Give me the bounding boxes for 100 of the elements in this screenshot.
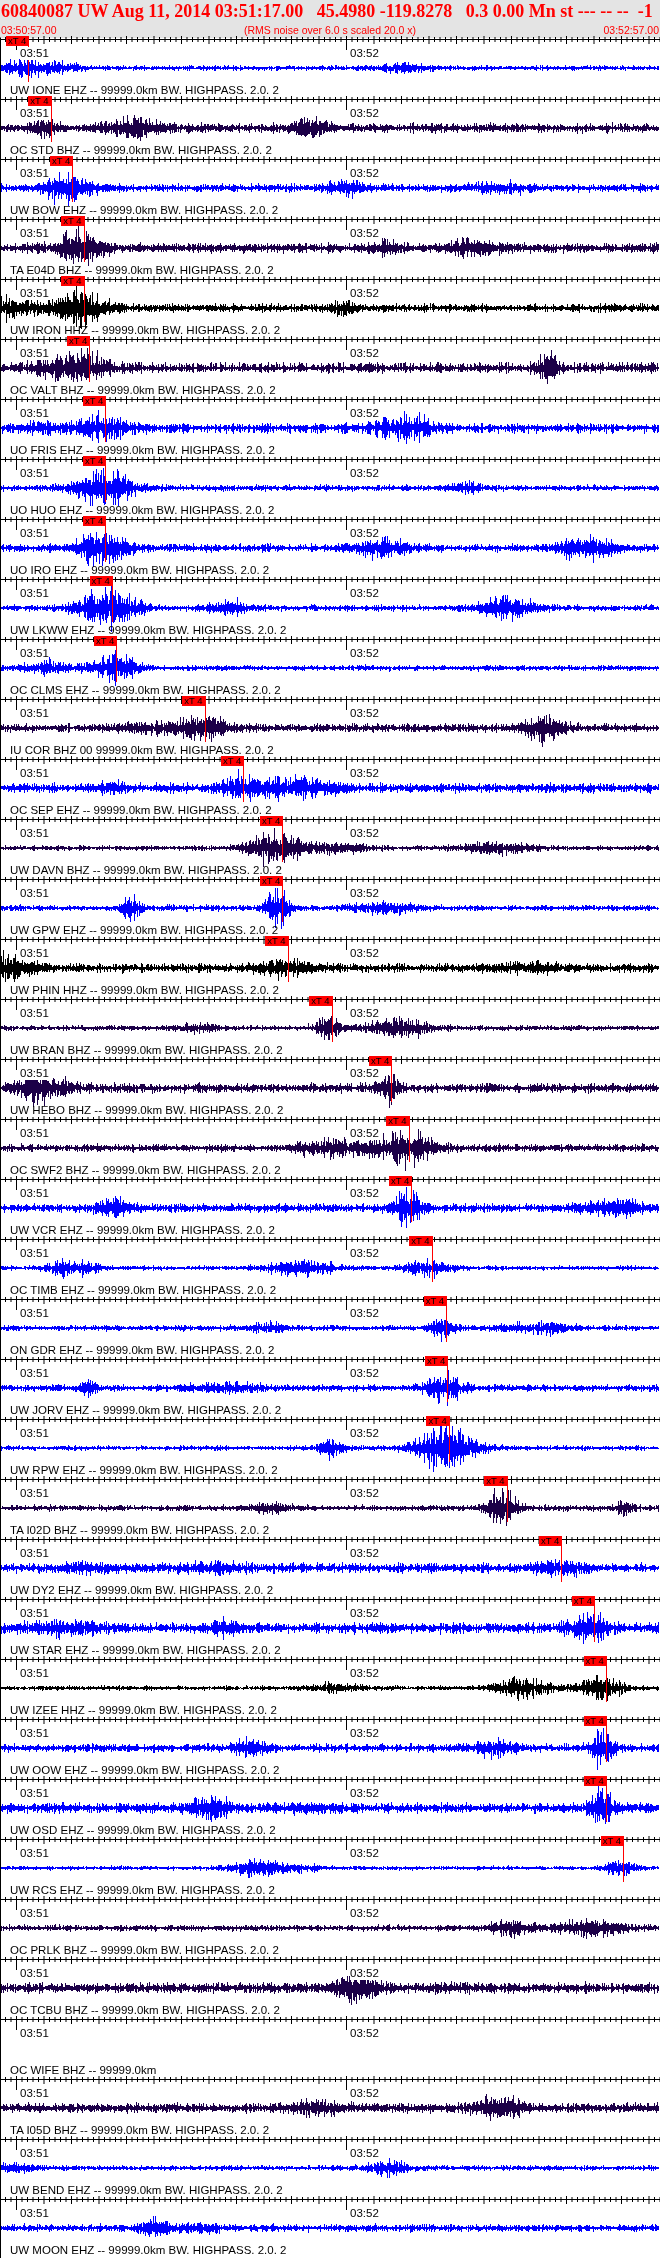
pick-marker: xT 4 bbox=[425, 1356, 449, 1366]
pick-line bbox=[605, 1666, 607, 1702]
time-label: 03:51 bbox=[20, 347, 49, 360]
pick-line bbox=[111, 586, 113, 622]
pick-line bbox=[448, 1426, 450, 1462]
pick-marker: xT 4 bbox=[484, 1476, 508, 1486]
time-label: 03:51 bbox=[20, 1127, 49, 1140]
pick-marker: xT 4 bbox=[386, 1116, 410, 1126]
station-label: UW GPW EHZ -- 99999.0km BW. HIGHPASS. 2.0. 2 bbox=[10, 924, 279, 937]
time-label: 03:52 bbox=[350, 887, 379, 900]
time-label: 03:51 bbox=[20, 767, 49, 780]
pick-line bbox=[287, 946, 289, 982]
time-label: 03:52 bbox=[350, 1367, 379, 1380]
time-label: 03:52 bbox=[350, 1427, 379, 1440]
time-label: 03:51 bbox=[20, 2207, 49, 2220]
station-label: UO HUO EHZ -- 99999.0km BW. HIGHPASS. 2.0. 2 bbox=[10, 504, 275, 517]
pick-line bbox=[105, 406, 107, 442]
pick-marker: xT 4 bbox=[369, 1056, 393, 1066]
time-label: 03:51 bbox=[20, 707, 49, 720]
time-label: 03:51 bbox=[20, 1847, 49, 1860]
pick-line bbox=[243, 766, 245, 802]
time-label: 03:52 bbox=[350, 1487, 379, 1500]
time-label: 03:52 bbox=[350, 1247, 379, 1260]
pick-line bbox=[282, 886, 284, 922]
pick-marker: xT 4 bbox=[309, 996, 333, 1006]
pick-line bbox=[50, 106, 52, 142]
time-label: 03:51 bbox=[20, 1547, 49, 1560]
time-label: 03:52 bbox=[350, 467, 379, 480]
time-label: 03:51 bbox=[20, 47, 49, 60]
time-label: 03:52 bbox=[350, 1667, 379, 1680]
pick-marker: xT 4 bbox=[50, 156, 74, 166]
pick-marker: xT 4 bbox=[583, 1776, 607, 1786]
pick-marker: xT 4 bbox=[89, 576, 113, 586]
time-label: 03:52 bbox=[350, 2207, 379, 2220]
station-label: UW BOW EHZ -- 99999.0km BW. HIGHPASS. 2.0. 2 bbox=[10, 204, 279, 217]
pick-line bbox=[391, 1066, 393, 1102]
station-label: UW OOW EHZ -- 99999.0km BW. HIGHPASS. 2.0. 2 bbox=[10, 1764, 280, 1777]
time-label: 03:52 bbox=[350, 227, 379, 240]
station-label: UW IONE EHZ -- 99999.0km BW. HIGHPASS. 2.0. 2 bbox=[10, 84, 279, 97]
pick-line bbox=[623, 1846, 625, 1882]
time-label: 03:51 bbox=[20, 1307, 49, 1320]
station-label: UW STAR EHZ -- 99999.0km BW. HIGHPASS. 2.0. 2 bbox=[10, 1644, 281, 1657]
pick-line bbox=[506, 1486, 508, 1522]
pick-marker: xT 4 bbox=[388, 1176, 413, 1186]
time-label: 03:52 bbox=[350, 527, 379, 540]
time-label: 03:51 bbox=[20, 2027, 49, 2040]
pick-marker: xT 4 bbox=[82, 516, 107, 526]
start-time: 03:50:57.00 bbox=[1, 23, 57, 37]
pick-line bbox=[282, 826, 284, 862]
time-label: 03:52 bbox=[350, 1787, 379, 1800]
time-label: 03:52 bbox=[350, 1547, 379, 1560]
station-label: UO IRO EHZ -- 99999.0km BW. HIGHPASS. 2.0. 2 bbox=[10, 564, 270, 577]
pick-marker: xT 4 bbox=[28, 96, 52, 106]
time-label: 03:51 bbox=[20, 1967, 49, 1980]
time-label: 03:52 bbox=[350, 1187, 379, 1200]
time-label: 03:52 bbox=[350, 707, 379, 720]
station-label: OC WIFE BHZ -- 99999.0km bbox=[10, 2064, 157, 2077]
station-label: IU COR BHZ 00 99999.0km BW. HIGHPASS. 2.0. 2 bbox=[10, 744, 274, 757]
pick-marker: xT 4 bbox=[221, 756, 245, 766]
pick-marker: xT 4 bbox=[82, 396, 107, 406]
time-label: 03:51 bbox=[20, 1247, 49, 1260]
station-label: UW IRON HHZ -- 99999.0km BW. HIGHPASS. 2.0. 2 bbox=[10, 324, 281, 337]
pick-marker: xT 4 bbox=[82, 456, 107, 466]
station-label: UW PHIN HHZ -- 99999.0km BW. HIGHPASS. 2.0. 2 bbox=[10, 984, 279, 997]
station-label: UW RCS EHZ -- 99999.0km BW. HIGHPASS. 2.0. 2 bbox=[10, 1884, 275, 1897]
time-label: 03:51 bbox=[20, 1067, 49, 1080]
pick-line bbox=[83, 226, 85, 262]
time-label: 03:51 bbox=[20, 1607, 49, 1620]
time-label: 03:52 bbox=[350, 167, 379, 180]
station-label: UW IZEE HHZ -- 99999.0km BW. HIGHPASS. 2.0. 2 bbox=[10, 1704, 277, 1717]
time-label: 03:52 bbox=[350, 1907, 379, 1920]
time-label: 03:51 bbox=[20, 1187, 49, 1200]
time-label: 03:51 bbox=[20, 887, 49, 900]
time-label: 03:52 bbox=[350, 1847, 379, 1860]
station-label: ON GDR EHZ -- 99999.0km BW. HIGHPASS. 2.0. 2 bbox=[10, 1344, 275, 1357]
station-label: UW BRAN BHZ -- 99999.0km BW. HIGHPASS. 2.0. 2 bbox=[10, 1044, 283, 1057]
pick-line bbox=[447, 1366, 449, 1402]
station-label: UW OSD EHZ -- 99999.0km BW. HIGHPASS. 2.0. 2 bbox=[10, 1824, 276, 1837]
pick-line bbox=[83, 286, 85, 322]
time-label: 03:51 bbox=[20, 827, 49, 840]
pick-line bbox=[89, 346, 91, 382]
time-label: 03:51 bbox=[20, 527, 49, 540]
time-label: 03:52 bbox=[350, 827, 379, 840]
time-label: 03:52 bbox=[350, 1967, 379, 1980]
time-label: 03:52 bbox=[350, 767, 379, 780]
time-label: 03:51 bbox=[20, 947, 49, 960]
pick-line bbox=[431, 1246, 433, 1282]
time-label: 03:52 bbox=[350, 2147, 379, 2160]
time-label: 03:51 bbox=[20, 1367, 49, 1380]
station-label: TA E04D BHZ -- 99999.0km BW. HIGHPASS. 2.0. 2 bbox=[10, 264, 274, 277]
pick-marker: xT 4 bbox=[423, 1296, 448, 1306]
event-title: 60840087 UW Aug 11, 2014 03:51:17.00 45.4980 -119.8278 0.3 0.00 Mn st --- -- -- -1 bbox=[0, 0, 654, 23]
station-label: OC CLMS EHZ -- 99999.0km BW. HIGHPASS. 2.0. 2 bbox=[10, 684, 281, 697]
pick-line bbox=[116, 646, 118, 682]
time-label: 03:51 bbox=[20, 107, 49, 120]
time-label: 03:52 bbox=[350, 1127, 379, 1140]
time-label: 03:52 bbox=[350, 347, 379, 360]
time-label: 03:52 bbox=[350, 1067, 379, 1080]
station-label: UO FRIS EHZ -- 99999.0km BW. HIGHPASS. 2.0. 2 bbox=[10, 444, 275, 457]
time-label: 03:51 bbox=[20, 1727, 49, 1740]
